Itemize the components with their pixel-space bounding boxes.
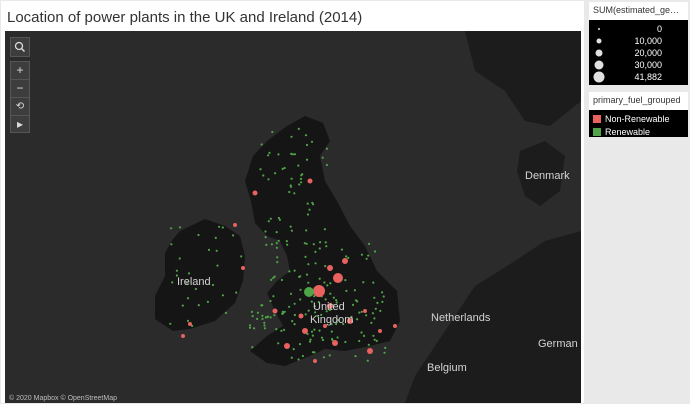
size-legend-label: 0 — [656, 24, 662, 34]
dashboard: Location of power plants in the UK and I… — [0, 0, 690, 404]
legend-item-renewable[interactable]: Renewable — [589, 126, 688, 139]
size-legend-row: 20,000 — [589, 47, 688, 59]
size-dot — [596, 38, 602, 44]
size-legend: SUM(estimated_gener... 0 10,000 20,000 3… — [589, 2, 688, 85]
map-search-button[interactable] — [10, 37, 30, 57]
swatch-renewable — [593, 128, 601, 136]
size-dot — [598, 28, 600, 30]
legend-label: Renewable — [605, 127, 651, 137]
legend-label: Non-Renewable — [605, 114, 670, 124]
reset-icon[interactable]: ⟲ — [11, 98, 29, 116]
map-attribution[interactable]: © 2020 Mapbox © OpenStreetMap — [9, 395, 117, 402]
map-sheet: Location of power plants in the UK and I… — [1, 1, 584, 403]
size-legend-row: 30,000 — [589, 59, 688, 71]
size-legend-row: 41,882 — [589, 71, 688, 83]
color-legend-title[interactable]: primary_fuel_grouped — [589, 92, 688, 110]
size-dot — [593, 71, 605, 83]
size-legend-label: 30,000 — [634, 60, 662, 70]
sheet-title: Location of power plants in the UK and I… — [7, 9, 363, 26]
swatch-nonrenewable — [593, 115, 601, 123]
size-legend-row: 10,000 — [589, 35, 688, 47]
size-legend-row: 0 — [589, 23, 688, 35]
size-legend-label: 10,000 — [634, 36, 662, 46]
expand-toolbar-button[interactable]: ▸ — [11, 116, 29, 133]
size-dot — [595, 49, 603, 57]
zoom-in-button[interactable]: + — [11, 62, 29, 80]
map-view[interactable]: Denmark Ireland United Kingdom Netherlan… — [5, 31, 581, 403]
zoom-out-button[interactable]: − — [11, 80, 29, 98]
size-legend-label: 41,882 — [634, 72, 662, 82]
size-legend-title[interactable]: SUM(estimated_gener... — [589, 2, 688, 20]
search-icon — [14, 41, 26, 53]
map-zoom-controls: + − ⟲ ▸ — [10, 61, 30, 133]
color-legend: primary_fuel_grouped Non-Renewable Renew… — [589, 92, 688, 137]
size-legend-label: 20,000 — [634, 48, 662, 58]
legend-item-nonrenewable[interactable]: Non-Renewable — [589, 113, 688, 126]
size-dot — [594, 60, 604, 70]
